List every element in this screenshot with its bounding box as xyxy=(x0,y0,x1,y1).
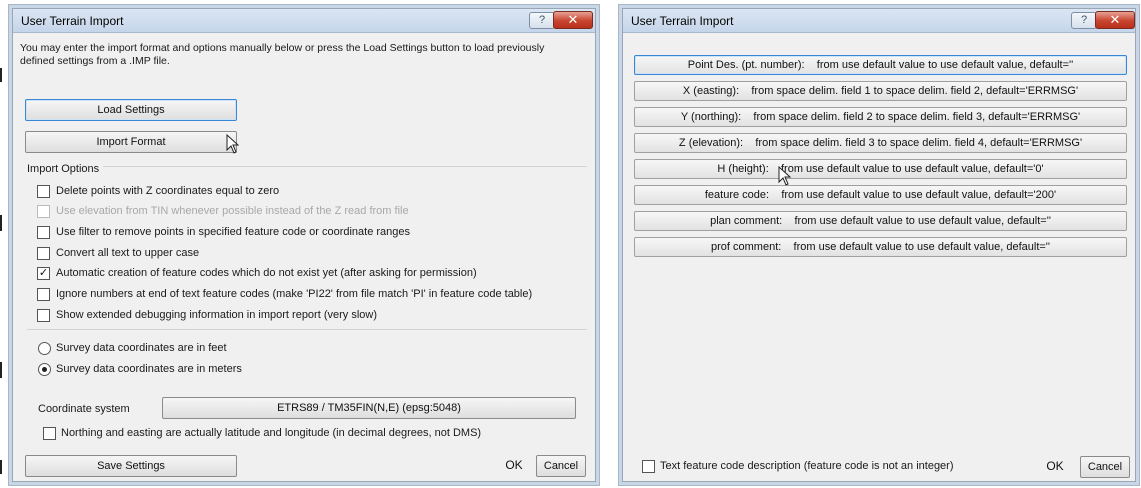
option-checkbox[interactable] xyxy=(37,288,50,301)
left-close-button[interactable]: ✕ xyxy=(553,11,593,29)
field-name: Point Des. (pt. number): xyxy=(687,59,805,71)
radio-selected-dot xyxy=(42,367,47,372)
field-name: Z (elevation): xyxy=(678,137,744,149)
right-ok-button[interactable]: OK xyxy=(1040,456,1070,478)
field-name: H (height): xyxy=(717,163,769,175)
field-mapping-button-feature-code[interactable]: feature code: from use default value to … xyxy=(634,185,1127,205)
meters-radio-label: Survey data coordinates are in meters xyxy=(56,363,242,375)
meters-radio[interactable] xyxy=(38,363,51,376)
field-name: X (easting): xyxy=(682,85,740,97)
left-edge-mark xyxy=(0,215,2,231)
field-mapping-button-y[interactable]: Y (northing): from space delim. field 2 … xyxy=(634,107,1127,127)
latlon-label: Northing and easting are actually latitu… xyxy=(61,427,482,439)
option-label: Ignore numbers at end of text feature co… xyxy=(56,288,533,300)
field-mapping-button-prof-comment[interactable]: prof comment: from use default value to … xyxy=(634,237,1127,257)
options-divider xyxy=(27,329,587,330)
coordinate-system-label: Coordinate system xyxy=(38,403,130,415)
import-options-title: Import Options xyxy=(27,163,104,175)
field-description: from use default value to use default va… xyxy=(781,163,1044,175)
text-feature-checkbox[interactable] xyxy=(642,460,655,473)
right-help-button[interactable]: ? xyxy=(1071,12,1097,29)
option-checkbox-checked[interactable]: ✓ xyxy=(37,267,50,280)
field-name: Y (northing): xyxy=(680,111,742,123)
field-name: plan comment: xyxy=(710,215,783,227)
intro-text-line2: defined settings from a .IMP file. xyxy=(20,55,170,67)
field-mapping-button-h[interactable]: H (height): from use default value to us… xyxy=(634,159,1127,179)
option-checkbox[interactable] xyxy=(37,185,50,198)
left-ok-button[interactable]: OK xyxy=(500,455,528,477)
field-mapping-button-x[interactable]: X (easting): from space delim. field 1 t… xyxy=(634,81,1127,101)
field-name: prof comment: xyxy=(711,241,782,253)
field-description: from space delim. field 1 to space delim… xyxy=(751,85,1079,97)
field-name: feature code: xyxy=(704,189,770,201)
option-checkbox[interactable] xyxy=(37,226,50,239)
field-mapping-button-z[interactable]: Z (elevation): from space delim. field 3… xyxy=(634,133,1127,153)
field-mapping-button-point-des[interactable]: Point Des. (pt. number): from use defaul… xyxy=(634,55,1127,75)
field-description: from use default value to use default va… xyxy=(794,215,1051,227)
left-edge-mark xyxy=(0,362,2,378)
field-description: from space delim. field 3 to space delim… xyxy=(755,137,1083,149)
right-cancel-button[interactable]: Cancel xyxy=(1080,456,1130,478)
option-label: Show extended debugging information in i… xyxy=(56,309,377,321)
field-description: from space delim. field 2 to space delim… xyxy=(753,111,1081,123)
field-description: from use default value to use default va… xyxy=(793,241,1050,253)
option-label: Use filter to remove points in specified… xyxy=(56,226,411,238)
left-titlebar[interactable]: User Terrain Import ? ✕ xyxy=(13,9,595,33)
save-settings-button[interactable]: Save Settings xyxy=(25,455,237,477)
option-checkbox[interactable] xyxy=(37,309,50,322)
field-mapping-button-plan-comment[interactable]: plan comment: from use default value to … xyxy=(634,211,1127,231)
option-label: Convert all text to upper case xyxy=(56,247,200,259)
feet-radio-label: Survey data coordinates are in feet xyxy=(56,342,227,354)
feet-radio[interactable] xyxy=(38,342,51,355)
left-edge-mark xyxy=(0,460,2,474)
intro-text-line1: You may enter the import format and opti… xyxy=(20,42,545,54)
option-label: Automatic creation of feature codes whic… xyxy=(56,267,477,279)
right-titlebar[interactable]: User Terrain Import ? ✕ xyxy=(623,9,1135,33)
option-checkbox xyxy=(37,205,50,218)
option-label: Delete points with Z coordinates equal t… xyxy=(56,185,280,197)
latlon-checkbox[interactable] xyxy=(43,427,56,440)
field-description: from use default value to use default va… xyxy=(781,189,1057,201)
left-edge-mark xyxy=(0,68,2,82)
right-close-button[interactable]: ✕ xyxy=(1095,11,1135,29)
import-format-button[interactable]: Import Format xyxy=(25,131,237,153)
option-label: Use elevation from TIN whenever possible… xyxy=(56,205,409,217)
left-help-button[interactable]: ? xyxy=(529,12,555,29)
field-description: from use default value to use default va… xyxy=(816,59,1074,71)
option-checkbox[interactable] xyxy=(37,247,50,260)
right-dialog-title: User Terrain Import xyxy=(631,14,734,28)
load-settings-button[interactable]: Load Settings xyxy=(25,99,237,121)
coordinate-system-button[interactable]: ETRS89 / TM35FIN(N,E) (epsg:5048) xyxy=(162,397,576,419)
text-feature-label: Text feature code description (feature c… xyxy=(660,460,954,472)
left-cancel-button[interactable]: Cancel xyxy=(536,455,586,477)
import-options-divider xyxy=(27,166,587,167)
left-dialog-title: User Terrain Import xyxy=(21,14,124,28)
